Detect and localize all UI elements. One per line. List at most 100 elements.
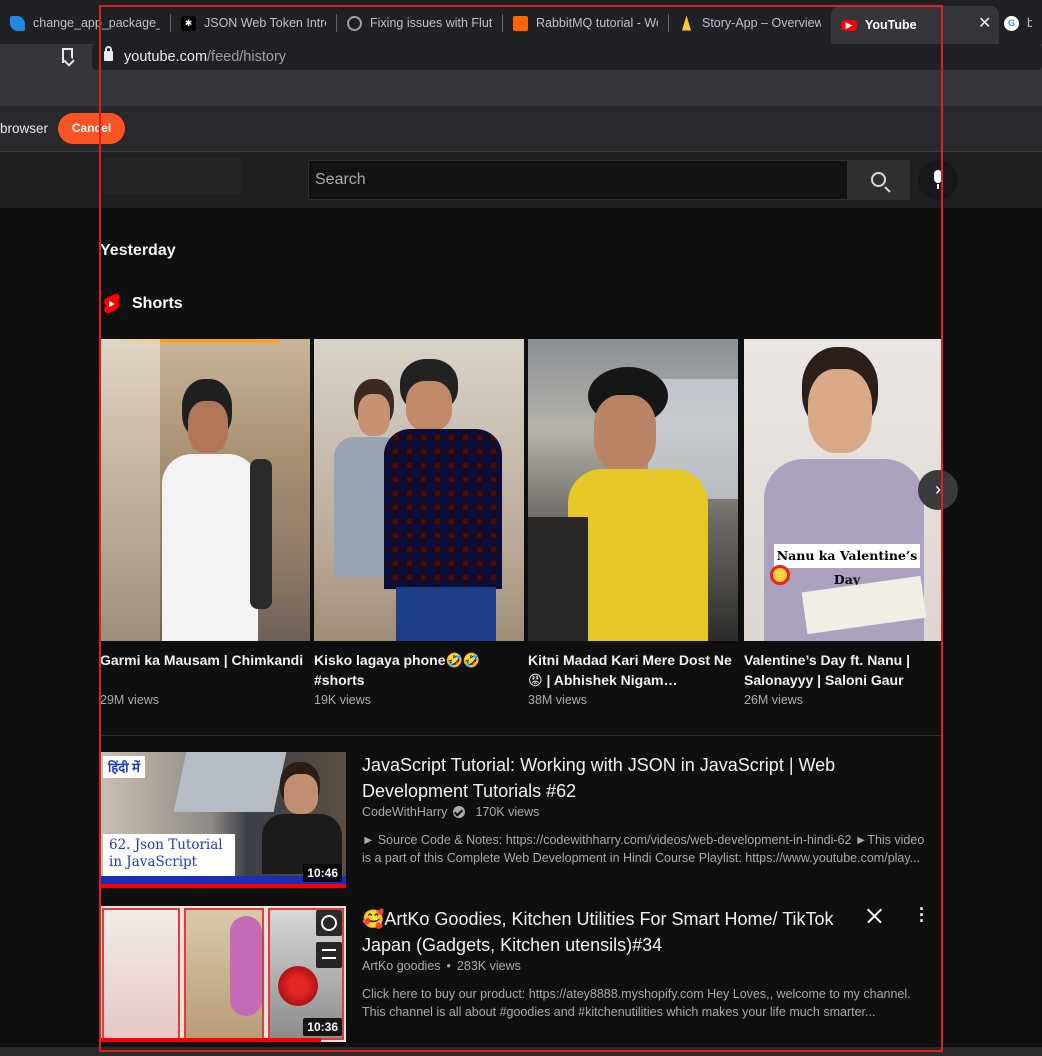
watch-progress-bar <box>100 884 346 888</box>
video-thumbnail[interactable]: 10:36 <box>100 906 346 1042</box>
rabbitmq-icon <box>513 15 528 31</box>
clock-icon <box>321 915 337 931</box>
video-title[interactable]: JavaScript Tutorial: Working with JSON i… <box>362 752 862 804</box>
short-card[interactable]: Garmi ka Mausam | Chimkandi 29M views <box>100 339 310 707</box>
voice-search-button[interactable] <box>918 160 958 200</box>
more-options-icon[interactable]: · · · <box>916 900 928 930</box>
thumbnail-laptop <box>173 752 287 812</box>
microphone-icon <box>934 170 942 189</box>
tab-title: Fixing issues with Flutter <box>370 16 492 30</box>
thumbnail-figure-face <box>284 774 318 814</box>
short-views: 29M views <box>100 693 160 707</box>
browser-tab-active[interactable]: ▶ YouTube <box>831 6 999 44</box>
url-path: /feed/history <box>207 49 287 65</box>
watch-progress-bar <box>100 1038 322 1042</box>
browser-tab[interactable]: Fixing issues with Flutter <box>337 8 502 38</box>
short-views: 19K views <box>314 693 371 707</box>
thumbnail-figure-face <box>594 395 656 471</box>
browser-toolbar: youtube.com/feed/history <box>0 44 1042 106</box>
short-title[interactable]: Kitni Madad Kari Mere Dost Ne 😡 | Abhish… <box>528 650 738 690</box>
channel-name[interactable]: ArtKo goodies <box>362 959 441 973</box>
short-card[interactable]: Kisko lagaya phone🤣🤣 #shorts 19K views <box>314 339 524 707</box>
short-thumbnail[interactable] <box>528 339 738 641</box>
globe-icon <box>347 15 362 31</box>
short-views: 38M views <box>528 693 588 707</box>
url-text[interactable]: youtube.com/feed/history <box>124 49 286 65</box>
search-input[interactable] <box>309 161 847 199</box>
cancel-button[interactable]: Cancel <box>58 113 125 144</box>
youtube-logo[interactable] <box>103 158 241 194</box>
search-icon <box>871 172 886 187</box>
browser-tab[interactable]: RabbitMQ tutorial - Wor <box>503 8 668 38</box>
thumbnail-gadget <box>230 916 262 1016</box>
video-meta: ArtKo goodies • 283K views <box>362 959 521 973</box>
tab-title: RabbitMQ tutorial - Wor <box>536 16 658 30</box>
search-box[interactable] <box>308 160 848 200</box>
jwt-icon: ✱ <box>181 15 196 31</box>
thumbnail-panel <box>102 908 180 1040</box>
remove-from-history-icon[interactable] <box>866 908 882 924</box>
shorts-header: Shorts <box>101 293 183 315</box>
thumbnail-steering <box>528 517 588 641</box>
thumbnail-figure-face <box>406 381 452 431</box>
browser-tab[interactable]: ✱ JSON Web Token Introd <box>171 8 336 38</box>
youtube-masthead <box>0 152 1042 208</box>
thumbnail-figure-shirt <box>568 469 708 641</box>
thumbnail-caption: 62. Json Tutorial in JavaScript <box>103 834 235 878</box>
short-card[interactable]: Kitni Madad Kari Mere Dost Ne 😡 | Abhish… <box>528 339 738 707</box>
browser-tab[interactable]: Story-App – Overview – <box>669 8 831 38</box>
short-thumbnail[interactable] <box>100 339 310 641</box>
queue-icon <box>322 949 336 959</box>
short-views: 26M views <box>744 693 804 707</box>
lock-icon[interactable] <box>104 46 113 61</box>
youtube-icon: ▶ <box>841 19 857 31</box>
thumbnail-tomatoes <box>278 966 318 1006</box>
video-meta: CodeWithHarry 170K views <box>362 805 539 819</box>
video-description: ► Source Code & Notes: https://codewithh… <box>362 833 925 865</box>
video-description: Click here to buy our product: https://a… <box>362 987 911 1019</box>
url-host: youtube.com <box>124 49 208 65</box>
browser-tab[interactable]: G ba <box>998 8 1042 38</box>
verified-icon <box>453 806 466 818</box>
thumbnail-flower-icon <box>770 565 790 585</box>
tab-title: ba <box>1027 16 1032 30</box>
bookmark-icon[interactable] <box>62 48 73 63</box>
thumbnail-wall <box>100 339 160 641</box>
short-card[interactable]: Nanu ka Valentine’s Day Valentine’s Day … <box>744 339 941 707</box>
short-title[interactable]: Kisko lagaya phone🤣🤣 #shorts <box>314 650 524 690</box>
video-title[interactable]: 🥰ArtKo Goodies, Kitchen Utilities For Sm… <box>362 906 862 958</box>
browser-tab[interactable]: change_app_package_na <box>0 8 170 38</box>
tab-close-icon[interactable]: ✕ <box>978 13 991 33</box>
short-thumbnail[interactable] <box>314 339 524 641</box>
video-views: 283K views <box>456 959 521 973</box>
short-title[interactable]: Garmi ka Mausam | Chimkandi <box>100 650 310 690</box>
short-title[interactable]: Valentine’s Day ft. Nanu | Salonayyy | S… <box>744 650 941 690</box>
thumbnail-figure-face <box>188 401 228 453</box>
channel-name[interactable]: CodeWithHarry <box>362 805 447 819</box>
thumbnail-figure-face <box>808 369 872 453</box>
browser-infobar: browser Cancel <box>0 106 1042 152</box>
infobar-message: browser <box>0 121 49 136</box>
video-thumbnail[interactable]: हिंदी में 62. Json Tutorial in JavaScrip… <box>100 752 346 888</box>
search-button[interactable] <box>847 160 910 200</box>
date-heading: Yesterday <box>100 242 176 259</box>
section-divider <box>100 735 941 736</box>
thumbnail-figure-shirt <box>384 429 502 589</box>
flutter-icon <box>10 15 25 31</box>
thumbnail-language-tag: हिंदी में <box>103 756 145 778</box>
tab-title: JSON Web Token Introd <box>204 16 326 30</box>
watch-later-button[interactable] <box>316 910 342 936</box>
browser-tab-strip: change_app_package_na ✱ JSON Web Token I… <box>0 0 1042 44</box>
google-icon: G <box>1004 15 1019 31</box>
thumbnail-figure-shirt <box>162 454 258 641</box>
video-row[interactable]: 10:36 🥰ArtKo Goodies, Kitchen Utilities … <box>100 900 941 1046</box>
firebase-icon <box>682 15 691 31</box>
short-thumbnail[interactable]: Nanu ka Valentine’s Day <box>744 339 941 641</box>
thumbnail-figure-face <box>358 394 390 436</box>
thumbnail-figure-jeans <box>396 587 496 641</box>
video-row[interactable]: हिंदी में 62. Json Tutorial in JavaScrip… <box>100 752 941 892</box>
shorts-title: Shorts <box>132 295 183 312</box>
add-to-queue-button[interactable] <box>316 942 342 968</box>
video-duration: 10:46 <box>303 864 342 882</box>
shorts-next-button[interactable]: › <box>918 470 958 510</box>
